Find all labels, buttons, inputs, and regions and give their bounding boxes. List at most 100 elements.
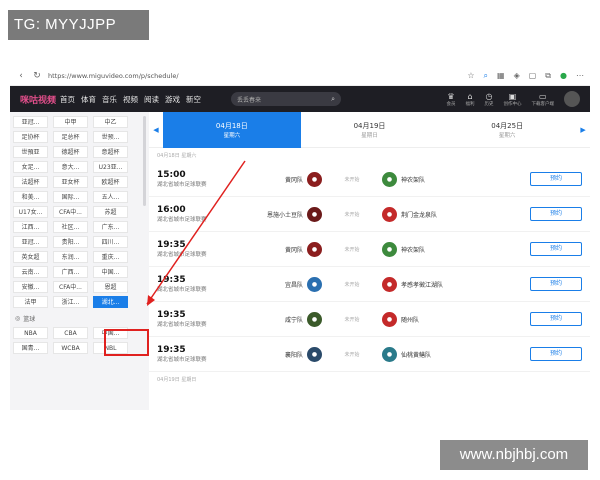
menu-item-music[interactable]: 音乐 [102,94,117,105]
back-icon[interactable]: ‹ [16,71,26,81]
menu-item-new[interactable]: 新空 [186,94,201,105]
league-item[interactable]: 中甲 [53,116,88,128]
league-item[interactable]: 苏超 [93,206,128,218]
league-item[interactable]: 中国... [93,266,128,278]
league-item[interactable]: 五人... [93,191,128,203]
league-item[interactable]: 意超杯 [93,146,128,158]
search-ext-icon[interactable]: ⌕ [484,71,488,81]
next-arrow-icon[interactable]: ▶ [576,126,590,134]
league-item[interactable]: 亚冠... [13,236,48,248]
away-team: 随州队 [401,316,420,324]
away-team: 荆门金龙泉队 [401,211,438,219]
league-item[interactable]: 浙江... [53,296,88,308]
league-item[interactable]: CBA [53,327,88,339]
league-item[interactable]: NBA [13,327,48,339]
league-item[interactable]: 亚女杯 [53,176,88,188]
book-button[interactable]: 预约 [530,242,582,256]
basketball-icon: ◎ [15,315,21,322]
tool-history[interactable]: ◷ 历史 [485,92,494,107]
league-item[interactable]: 女足... [13,161,48,173]
star-icon[interactable]: ☆ [467,71,474,81]
league-item[interactable]: 法超杯 [13,176,48,188]
tool-creator[interactable]: ▣ 创作中心 [504,92,522,107]
match-time: 15:00 [157,170,186,180]
league-item[interactable]: 德超杯 [53,146,88,158]
book-button[interactable]: 预约 [530,172,582,186]
url-field[interactable]: https://www.miguvideo.com/p/schedule/ [48,72,461,80]
match-status: 未开始 [344,281,360,288]
table-row: 16:00 湖北省城市足球联赛 恩施小土豆队 ● 未开始 ● 荆门金龙泉队 预约 [149,197,590,232]
menu-item-read[interactable]: 阅读 [144,94,159,105]
league-item[interactable]: U17女... [13,206,48,218]
date-tab-1[interactable]: 04月18日 星期六 [163,111,301,148]
menu-item-games[interactable]: 游戏 [165,94,180,105]
league-item[interactable]: 世預亚 [13,146,48,158]
league-item[interactable]: 世预... [93,131,128,143]
collections-icon[interactable]: ⧉ [545,71,551,81]
match-list: 15:00 湖北省城市足球联赛 黄冈队 ● 未开始 ● 神农架队 预约 16:00 湖北省城市足球… [149,162,590,372]
league-item[interactable]: 足协杯 [13,131,48,143]
league-item[interactable]: 和美... [13,191,48,203]
prev-arrow-icon[interactable]: ◀ [149,126,163,134]
extension-icon[interactable]: ◈ [514,71,520,81]
watermark-top: TG: MYYJJPP [8,10,149,40]
menu-item-video[interactable]: 视频 [123,94,138,105]
league-item[interactable]: 广西... [53,266,88,278]
book-button[interactable]: 预约 [530,207,582,221]
menu-item-sports[interactable]: 体育 [81,94,96,105]
book-button[interactable]: 预约 [530,347,582,361]
menu-item-home[interactable]: 首页 [60,94,75,105]
tool-vip[interactable]: ♛ 会员 [447,92,456,107]
league-item[interactable]: CFA中... [53,206,88,218]
sidebar-scrollbar[interactable] [143,116,146,206]
league-item[interactable]: 法甲 [13,296,48,308]
league-item[interactable]: 英女超 [13,251,48,263]
book-button[interactable]: 预约 [530,277,582,291]
league-item[interactable]: 意大... [53,161,88,173]
league-item[interactable]: 中乙 [93,116,128,128]
league-item[interactable]: 国际... [53,191,88,203]
league-item[interactable]: 亚冠... [13,116,48,128]
date-tab-2[interactable]: 04月19日 星期日 [301,112,439,148]
away-team-badge-icon: ● [382,241,397,257]
search-icon[interactable]: ⌕ [331,95,335,104]
away-team-badge-icon: ● [382,311,397,327]
avatar[interactable] [564,91,580,107]
date-tab-3[interactable]: 04月25日 星期六 [438,112,576,148]
split-icon[interactable]: ▢ [529,71,537,81]
book-button[interactable]: 预约 [530,312,582,326]
more-icon[interactable]: ⋯ [576,71,584,81]
league-item[interactable]: 江西... [13,221,48,233]
away-team-badge-icon: ● [382,346,397,362]
clock-icon: ◷ [485,91,493,101]
logo[interactable]: 咪咕视频 [20,93,60,106]
league-item[interactable]: 广东... [93,221,128,233]
search-input[interactable]: 丢丢春来 ⌕ [231,92,341,106]
league-item[interactable]: 四川... [93,236,128,248]
league-item[interactable]: CFA中... [53,281,88,293]
league-item[interactable]: 社区... [53,221,88,233]
home-team-badge-icon: ● [307,171,322,187]
league-item[interactable]: 足总杯 [53,131,88,143]
league-item[interactable]: 欧超杯 [93,176,128,188]
league-item[interactable]: 国青... [13,342,48,354]
tool-download[interactable]: ▭ 下载客户端 [532,92,555,107]
league-item[interactable]: 安徽... [13,281,48,293]
league-item[interactable]: 恩超 [93,281,128,293]
league-item[interactable]: U23亚... [93,161,128,173]
away-team-badge-icon: ● [382,171,397,187]
league-item[interactable]: 东润... [53,251,88,263]
league-item[interactable]: 贵阳... [53,236,88,248]
reload-icon[interactable]: ↻ [32,71,42,81]
league-item[interactable]: WCBA [53,342,88,354]
table-row: 19:35 湖北省城市足球联赛 咸宁队 ● 未开始 ● 随州队 预约 [149,302,590,337]
home-team: 襄阳队 [284,351,303,359]
tool-welfare[interactable]: ⌂ 福利 [466,92,475,107]
league-item[interactable]: 湖北... [93,296,128,308]
away-team: 仙桃黄鳝队 [401,351,432,359]
match-time: 16:00 [157,205,186,215]
league-item[interactable]: 云南... [13,266,48,278]
league-item[interactable]: 重庆... [93,251,128,263]
green-extension-icon[interactable]: ● [560,71,567,81]
grid-icon[interactable]: ▦ [497,71,505,81]
